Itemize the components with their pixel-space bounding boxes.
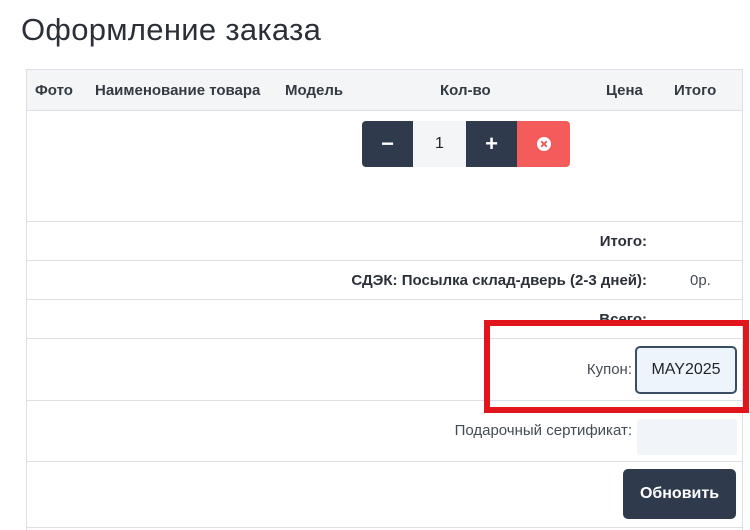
cart-item-row: − 1 + [27,111,742,222]
shipping-row: СДЭК: Посылка склад-дверь (2-3 дней): 0р… [27,261,742,300]
gift-certificate-label: Подарочный сертификат: [454,422,632,439]
increase-quantity-button[interactable]: + [466,121,517,167]
header-price: Цена [606,82,643,99]
gift-certificate-input[interactable] [637,419,737,455]
plus-icon: + [485,131,498,156]
subtotal-label: Итого: [599,233,647,250]
table-header-row: Фото Наименование товара Модель Кол-во Ц… [27,70,742,111]
decrease-quantity-button[interactable]: − [362,121,413,167]
header-quantity: Кол-во [440,82,491,99]
quantity-input[interactable]: 1 [413,121,466,167]
header-model: Модель [285,82,344,99]
quantity-control: − 1 + [362,121,570,167]
minus-icon: − [381,131,394,156]
shipping-value: 0р. [690,272,711,289]
highlight-annotation [484,320,749,413]
page-title: Оформление заказа [21,12,322,47]
cart-table: Фото Наименование товара Модель Кол-во Ц… [26,69,743,530]
header-photo: Фото [35,82,73,99]
remove-circle-icon [536,137,551,151]
header-total: Итого [674,82,717,99]
remove-item-button[interactable] [517,121,570,167]
update-button[interactable]: Обновить [623,469,736,519]
actions-row: Обновить [27,462,742,528]
header-product-name: Наименование товара [95,82,261,99]
shipping-label: СДЭК: Посылка склад-дверь (2-3 дней): [351,272,647,289]
subtotal-row: Итого: [27,222,742,261]
